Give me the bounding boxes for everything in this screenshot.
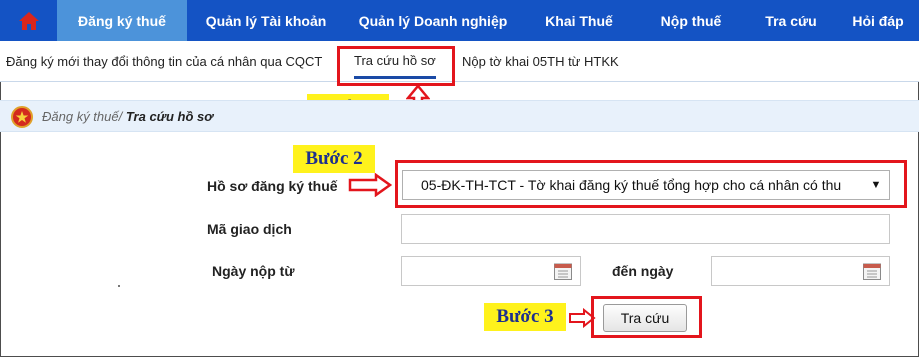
right-arrow-icon (348, 173, 392, 197)
nav-quan-ly-tai-khoan[interactable]: Quản lý Tài khoản (187, 0, 345, 41)
nav-dang-ky-thue[interactable]: Đăng ký thuế (57, 0, 187, 41)
step3-label: Bước 3 (484, 303, 566, 331)
breadcrumb-current: Tra cứu hồ sơ (125, 109, 213, 124)
calendar-icon[interactable] (553, 261, 573, 281)
breadcrumb: Đăng ký thuế/ Tra cứu hồ sơ (42, 109, 213, 124)
step1-highlight-box (337, 46, 455, 86)
nav-khai-thue[interactable]: Khai Thuế (521, 0, 637, 41)
sub-nav: Đăng ký mới thay đổi thông tin của cá nh… (0, 41, 919, 82)
step2-label: Bước 2 (293, 145, 375, 173)
top-nav: Đăng ký thuế Quản lý Tài khoản Quản lý D… (0, 0, 919, 41)
calendar-icon[interactable] (862, 261, 882, 281)
tra-cuu-button[interactable]: Tra cứu (603, 304, 687, 332)
nav-nop-thue[interactable]: Nộp thuế (637, 0, 745, 41)
den-ngay-label: đến ngày (612, 263, 674, 279)
subnav-dang-ky-moi[interactable]: Đăng ký mới thay đổi thông tin của cá nh… (6, 41, 322, 82)
breadcrumb-bar: Đăng ký thuế/ Tra cứu hồ sơ (0, 100, 919, 132)
subnav-nop-to-khai-05th[interactable]: Nộp tờ khai 05TH từ HTKK (462, 41, 619, 82)
chevron-down-icon: ▼ (863, 179, 889, 191)
ma-giao-dich-label: Mã giao dịch (207, 221, 292, 237)
ho-so-label: Hồ sơ đăng ký thuế (207, 178, 338, 194)
ma-giao-dich-input[interactable] (401, 214, 890, 244)
ngay-nop-tu-label: Ngày nộp từ (212, 263, 295, 279)
nav-quan-ly-doanh-nghiep[interactable]: Quản lý Doanh nghiệp (345, 0, 521, 41)
emblem-icon (11, 106, 33, 128)
home-button[interactable] (0, 0, 57, 41)
ho-so-select[interactable]: 05-ĐK-TH-TCT - Tờ khai đăng ký thuế tổng… (402, 170, 890, 200)
breadcrumb-parent[interactable]: Đăng ký thuế/ (42, 109, 122, 124)
ho-so-select-value: 05-ĐK-TH-TCT - Tờ khai đăng ký thuế tổng… (421, 177, 842, 193)
dot-mark (118, 285, 120, 287)
nav-hoi-dap[interactable]: Hỏi đáp (837, 0, 919, 41)
nav-tra-cuu[interactable]: Tra cứu (745, 0, 837, 41)
home-icon (18, 11, 39, 30)
